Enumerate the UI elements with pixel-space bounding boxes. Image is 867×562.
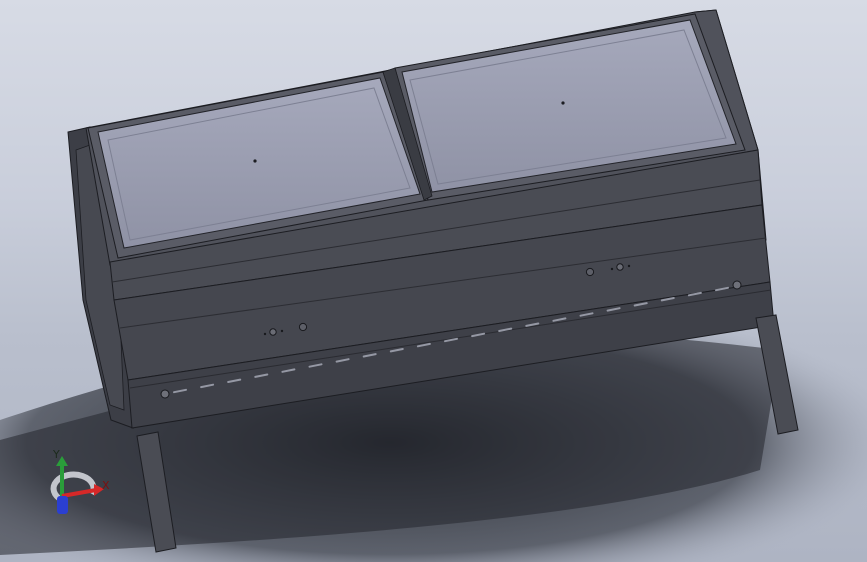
3d-model-view[interactable]: Y X [0, 0, 867, 562]
rail-end-bolt-right [732, 280, 742, 290]
graphics-viewport[interactable]: Y X [0, 0, 867, 562]
rail-end-bolt-left [160, 389, 170, 399]
right-lid-handle-dot [561, 101, 565, 105]
triad-y-label: Y [52, 448, 60, 461]
left-lid-handle-dot [253, 159, 257, 163]
triad-x-label: X [102, 479, 110, 492]
triad-z-axis [57, 496, 68, 514]
